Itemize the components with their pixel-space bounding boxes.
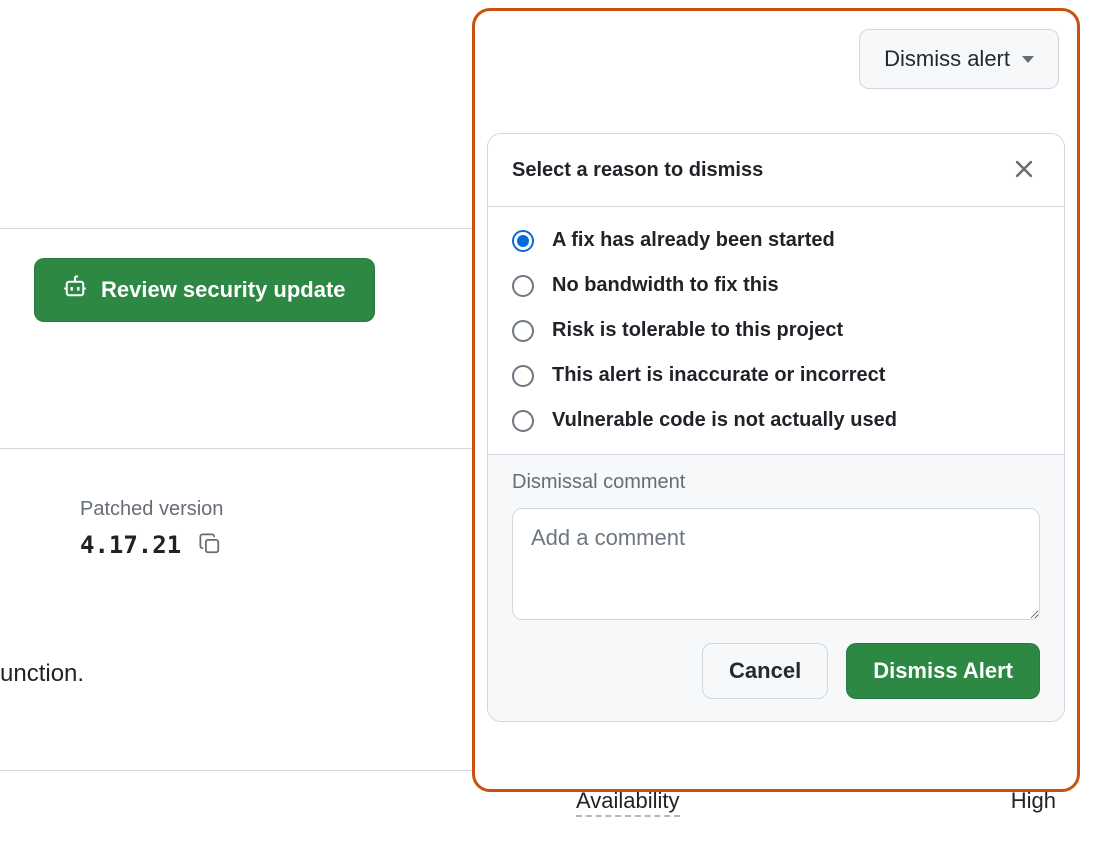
review-security-update-button[interactable]: Review security update [34, 258, 375, 322]
patched-version-label: Patched version [80, 498, 223, 521]
dismiss-reason-option[interactable]: This alert is inaccurate or incorrect [512, 364, 1040, 387]
dependabot-icon [63, 275, 87, 305]
dismiss-reason-option[interactable]: Risk is tolerable to this project [512, 319, 1040, 342]
dismiss-reason-label: A fix has already been started [552, 229, 835, 252]
availability-value: High [1011, 788, 1056, 817]
chevron-down-icon [1022, 56, 1034, 63]
radio-icon [512, 410, 534, 432]
availability-row: Availability High [576, 788, 1056, 817]
review-button-label: Review security update [101, 277, 346, 303]
dismiss-reason-label: Vulnerable code is not actually used [552, 409, 897, 432]
dismiss-reason-option[interactable]: Vulnerable code is not actually used [512, 409, 1040, 432]
radio-icon [512, 230, 534, 252]
copy-icon [199, 533, 221, 558]
cancel-button[interactable]: Cancel [702, 643, 828, 699]
dismiss-alert-label: Dismiss alert [884, 46, 1010, 72]
dismiss-alert-region: Dismiss alert Select a reason to dismiss… [472, 8, 1080, 792]
radio-icon [512, 320, 534, 342]
close-popover-button[interactable] [1004, 150, 1044, 190]
dismissal-comment-input[interactable] [512, 508, 1040, 620]
dismiss-reason-popover: Select a reason to dismiss A fix has alr… [487, 133, 1065, 722]
dismiss-reason-option[interactable]: A fix has already been started [512, 229, 1040, 252]
description-text-fragment: unction. [0, 660, 84, 688]
radio-icon [512, 365, 534, 387]
close-icon [1013, 158, 1035, 183]
dismissal-comment-heading: Dismissal comment [512, 471, 1040, 494]
radio-icon [512, 275, 534, 297]
popover-title: Select a reason to dismiss [512, 159, 763, 182]
dismiss-reason-label: Risk is tolerable to this project [552, 319, 843, 342]
dismiss-reason-option[interactable]: No bandwidth to fix this [512, 274, 1040, 297]
availability-label: Availability [576, 788, 680, 817]
patched-version-value: 4.17.21 [80, 531, 181, 559]
dismiss-reason-label: This alert is inaccurate or incorrect [552, 364, 885, 387]
dismiss-alert-submit-button[interactable]: Dismiss Alert [846, 643, 1040, 699]
patched-version-block: Patched version 4.17.21 [80, 498, 223, 559]
dismiss-reason-label: No bandwidth to fix this [552, 274, 779, 297]
dismiss-alert-dropdown-button[interactable]: Dismiss alert [859, 29, 1059, 89]
copy-version-button[interactable] [197, 532, 223, 558]
